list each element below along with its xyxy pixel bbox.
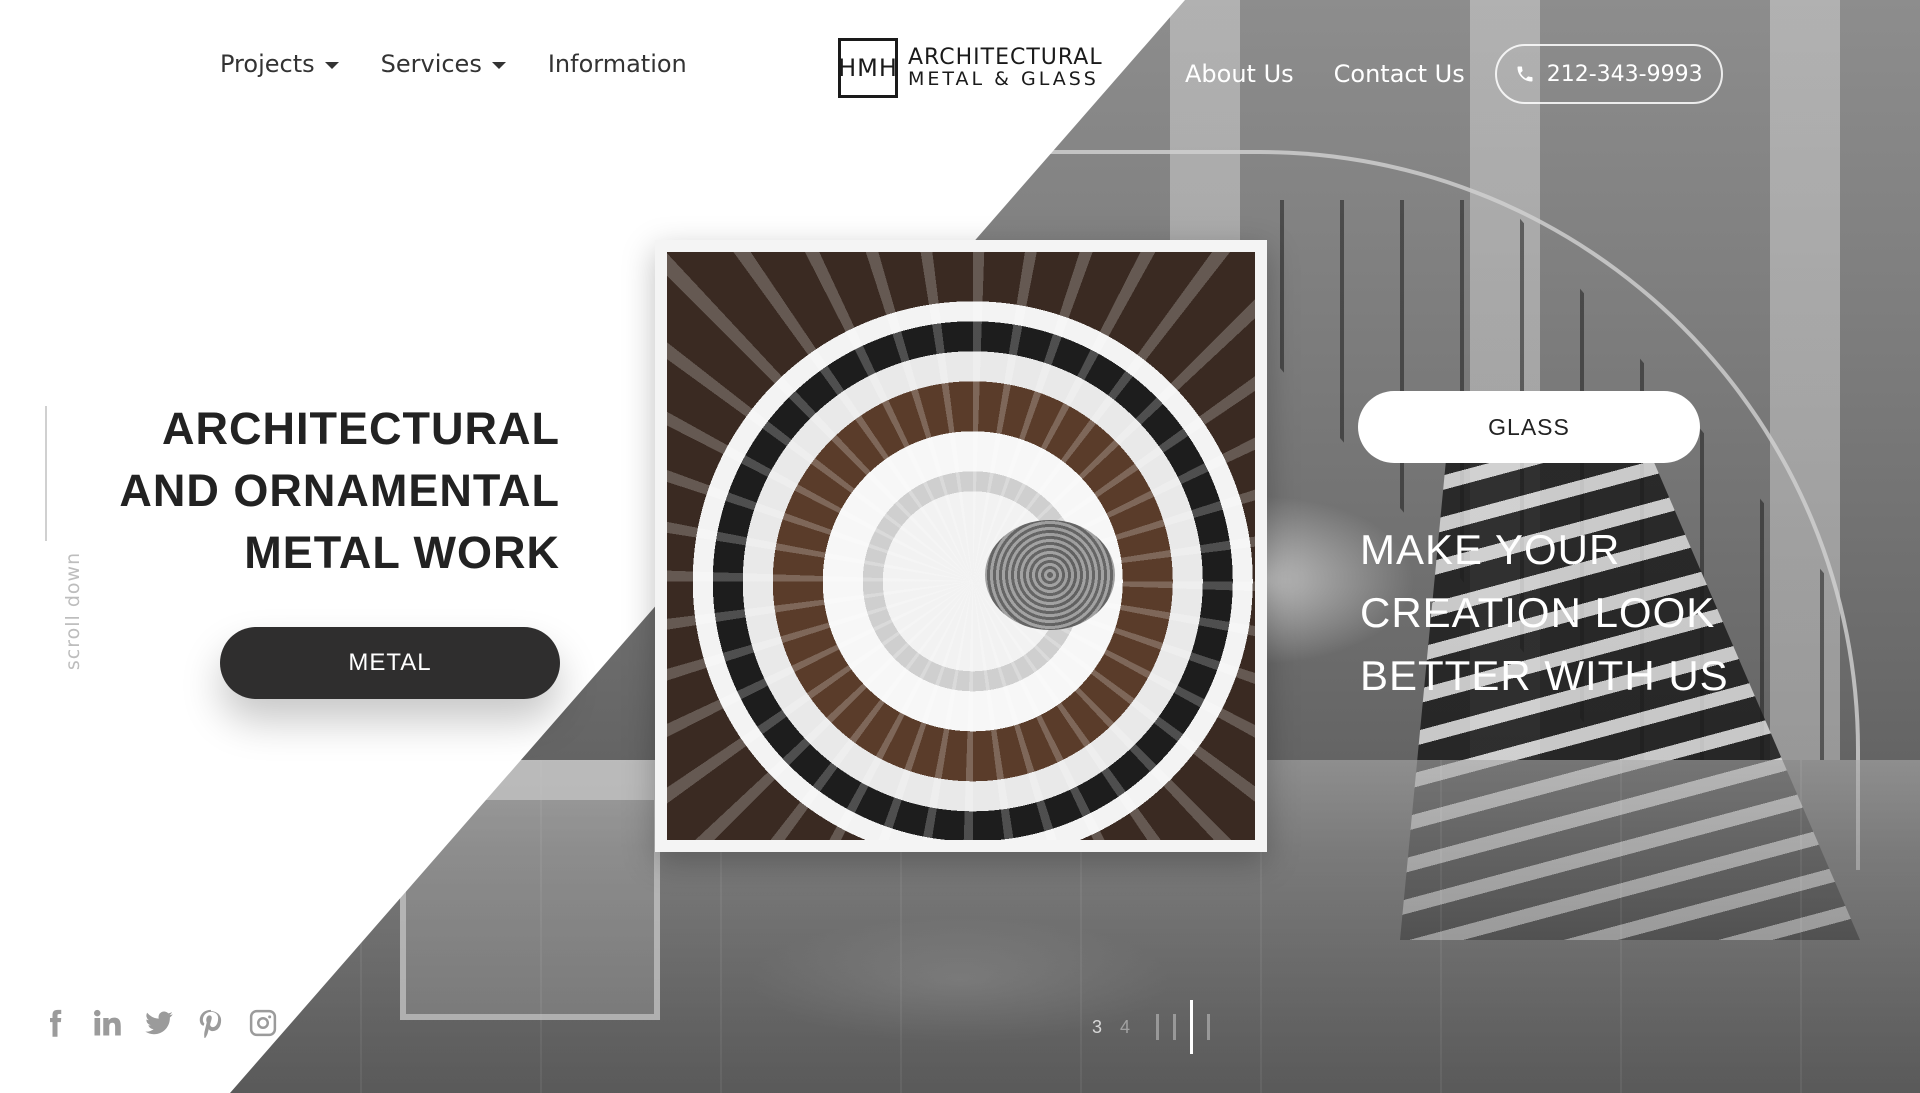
hero-title-line-2: AND ORNAMENTAL bbox=[119, 465, 560, 516]
logo-mark: HMH bbox=[838, 38, 898, 98]
featured-image-frame bbox=[655, 240, 1267, 852]
slide-dots bbox=[1156, 1000, 1211, 1054]
logo-wordmark: ARCHITECTURAL METAL & GLASS bbox=[908, 46, 1103, 89]
tagline-line-1: MAKE YOUR bbox=[1360, 526, 1621, 573]
nav-information[interactable]: Information bbox=[548, 50, 687, 78]
scroll-indicator-line bbox=[45, 406, 47, 541]
slide-bar[interactable] bbox=[1156, 1014, 1160, 1040]
nav-projects-label: Projects bbox=[220, 50, 315, 78]
hero-title-line-3: METAL WORK bbox=[244, 527, 560, 578]
slide-bar-active[interactable] bbox=[1190, 1000, 1194, 1054]
phone-number: 212-343-9993 bbox=[1546, 61, 1703, 87]
tagline-line-3: BETTER WITH US bbox=[1360, 652, 1729, 699]
nav-contact-us[interactable]: Contact Us bbox=[1334, 60, 1465, 88]
nav-about-us[interactable]: About Us bbox=[1185, 60, 1294, 88]
spiral-staircase-image bbox=[667, 252, 1255, 840]
phone-button[interactable]: 212-343-9993 bbox=[1494, 44, 1723, 104]
metal-button[interactable]: METAL bbox=[220, 627, 560, 699]
glass-button[interactable]: GLASS bbox=[1358, 391, 1700, 463]
hero-tagline: MAKE YOUR CREATION LOOK BETTER WITH US bbox=[1360, 518, 1729, 707]
logo-line-1: ARCHITECTURAL bbox=[908, 45, 1103, 71]
hero-title-line-1: ARCHITECTURAL bbox=[162, 403, 560, 454]
chevron-down-icon bbox=[491, 62, 506, 69]
nav-services[interactable]: Services bbox=[381, 50, 506, 78]
slide-indicator: 3 4 bbox=[1092, 1000, 1211, 1054]
slide-bar[interactable] bbox=[1207, 1014, 1211, 1040]
phone-icon bbox=[1517, 66, 1533, 82]
twitter-icon[interactable] bbox=[144, 1008, 174, 1038]
primary-nav-left: Projects Services Information bbox=[220, 50, 687, 78]
hero-title: ARCHITECTURAL AND ORNAMENTAL METAL WORK bbox=[119, 398, 560, 584]
scroll-down-label[interactable]: scroll down bbox=[62, 552, 84, 670]
site-logo[interactable]: HMH ARCHITECTURAL METAL & GLASS bbox=[838, 38, 1103, 98]
slide-current-number: 3 bbox=[1092, 1016, 1103, 1037]
nav-information-label: Information bbox=[547, 50, 687, 78]
image-balusters bbox=[667, 252, 1255, 840]
social-links bbox=[40, 1008, 278, 1038]
pinterest-icon[interactable] bbox=[196, 1008, 226, 1038]
primary-nav-right: About Us Contact Us 212-343-9993 bbox=[1185, 44, 1723, 104]
slide-bar[interactable] bbox=[1173, 1014, 1177, 1040]
facebook-icon[interactable] bbox=[40, 1008, 70, 1038]
tagline-line-2: CREATION LOOK bbox=[1360, 589, 1716, 636]
nav-projects[interactable]: Projects bbox=[220, 50, 339, 78]
logo-line-2: METAL & GLASS bbox=[908, 67, 1099, 90]
instagram-icon[interactable] bbox=[248, 1008, 278, 1038]
chevron-down-icon bbox=[324, 62, 339, 69]
nav-services-label: Services bbox=[380, 50, 482, 78]
image-chandelier bbox=[985, 520, 1115, 630]
linkedin-icon[interactable] bbox=[92, 1008, 122, 1038]
slide-next-number: 4 bbox=[1120, 1016, 1131, 1037]
